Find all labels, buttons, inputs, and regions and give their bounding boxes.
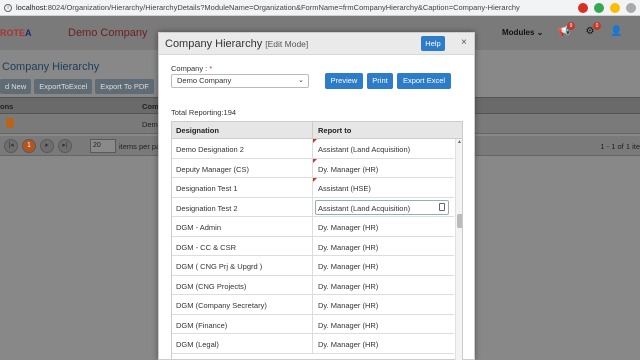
print-button[interactable]: Print (367, 73, 393, 89)
designation-cell: Demo Designation 2 (176, 145, 244, 154)
help-button[interactable]: Help (421, 36, 445, 51)
user-icon[interactable]: 👤 (610, 26, 622, 38)
company-select[interactable]: Demo Company ⌄ (171, 74, 309, 88)
close-icon[interactable]: × (461, 37, 467, 48)
export-excel-button[interactable]: ExportToExcel (34, 79, 93, 94)
megaphone-icon[interactable]: 📢 9 (558, 22, 575, 38)
hierarchy-grid: Designation Report to Demo Designation 2… (171, 121, 463, 360)
designation-cell: DGM - CC & CSR (176, 242, 236, 252)
gear-icon[interactable]: ⚙ 0 (584, 22, 601, 38)
report-to-cell[interactable]: Dy. Manager (HR) (318, 301, 378, 310)
designation-cell: DGM - Admin (176, 223, 222, 232)
chevron-down-icon: ⌄ (298, 77, 304, 84)
url-field[interactable]: localhost:8024/Organization/Hierarchy/Hi… (16, 3, 576, 12)
pager-info: 1 - 1 of 1 ite (600, 142, 640, 151)
export-pdf-button[interactable]: Export To PDF (95, 79, 154, 94)
page-size-select[interactable]: 20 (90, 139, 116, 153)
column-report-to[interactable]: Report to (318, 126, 351, 135)
table-row[interactable]: DGM (Finance) Dy. Manager (HR) (172, 314, 454, 334)
report-to-cell[interactable]: Dy. Manager (HR) (318, 165, 378, 174)
grid-header: Designation Report to (172, 122, 462, 139)
company-label: Company : * (171, 64, 213, 73)
table-row[interactable]: DGM - Admin Dy. Manager (HR) (172, 217, 454, 237)
table-row[interactable]: DGM (CNG Projects) Dy. Manager (HR) (172, 275, 454, 295)
table-row[interactable]: Designation Test 1 Assistant (HSE) (172, 178, 454, 198)
designation-cell: DGM (Finance) (176, 320, 228, 330)
table-row[interactable]: Designation Test 2 Assistant (Land Acquis… (172, 197, 454, 217)
first-page-icon[interactable]: |◂ (4, 139, 18, 153)
scroll-up-icon[interactable]: ▲ (457, 139, 462, 145)
report-to-editor[interactable]: Assistant (Land Acquisition) (315, 199, 449, 215)
browser-address-bar[interactable]: i localhost:8024/Organization/Hierarchy/… (0, 0, 640, 16)
report-to-cell[interactable]: Assistant (Land Acquisition) (318, 145, 410, 154)
scroll-thumb[interactable] (457, 214, 462, 228)
company-hierarchy-modal: Company Hierarchy [Edit Mode] Help × Com… (158, 32, 475, 360)
table-row[interactable]: Demo Designation 2 Assistant (Land Acquis… (172, 139, 454, 159)
modules-menu[interactable]: Modules ⌄ (502, 28, 543, 37)
extension-icon[interactable] (578, 3, 588, 13)
report-to-cell[interactable]: Dy. Manager (HR) (318, 340, 378, 349)
designation-cell: Deputy Manager (CS) (176, 164, 249, 174)
table-row[interactable]: DGM - CC & CSR Dy. Manager (HR) (172, 236, 454, 256)
last-page-icon[interactable]: ▸| (58, 139, 72, 153)
table-row[interactable]: DGM ( CNG Prj & Upgrd ) Dy. Manager (HR) (172, 256, 454, 276)
designation-cell: DGM (Legal) (176, 340, 219, 349)
report-to-cell[interactable]: Dy. Manager (HR) (318, 282, 378, 291)
add-new-button[interactable]: d New (0, 79, 32, 94)
total-reporting: Total Reporting:194 (171, 108, 237, 117)
dropdown-icon[interactable] (439, 202, 445, 211)
report-to-cell[interactable]: Dy. Manager (HR) (318, 223, 378, 232)
app-logo[interactable]: ROTEA (0, 28, 32, 38)
trash-icon[interactable] (6, 118, 14, 128)
table-row[interactable]: DGM (Company Secretary) Dy. Manager (HR) (172, 295, 454, 315)
designation-cell: Designation Test 1 (176, 184, 238, 193)
vertical-scrollbar[interactable]: ▲ (455, 139, 462, 360)
modal-title: Company Hierarchy [Edit Mode] (165, 38, 309, 50)
preview-button[interactable]: Preview (325, 73, 363, 89)
chrome-icon[interactable] (594, 3, 604, 13)
modal-header: Company Hierarchy [Edit Mode] Help × (159, 33, 474, 55)
designation-cell: Designation Test 2 (176, 203, 238, 213)
designation-cell: DGM (CNG Projects) (176, 281, 247, 291)
report-to-cell[interactable]: Dy. Manager (HR) (318, 243, 378, 252)
report-to-cell[interactable]: Dy. Manager (HR) (318, 321, 378, 330)
page-toolbar: d New ExportToExcel Export To PDF (0, 79, 154, 94)
extension-icon[interactable] (610, 3, 620, 13)
info-icon[interactable]: i (4, 3, 12, 12)
grid-rows: Demo Designation 2 Assistant (Land Acquis… (172, 139, 454, 354)
current-page-button[interactable]: 1 (22, 139, 36, 153)
designation-cell: DGM ( CNG Prj & Upgrd ) (176, 262, 263, 271)
edited-marker (313, 158, 317, 163)
page-title: Company Hierarchy (2, 61, 100, 73)
next-page-icon[interactable]: ▸ (40, 139, 54, 153)
report-to-cell[interactable]: Dy. Manager (HR) (318, 262, 378, 271)
edited-marker (313, 178, 317, 182)
profile-icon[interactable] (626, 3, 636, 13)
export-excel-button[interactable]: Export Excel (397, 73, 451, 89)
company-title: Demo Company (68, 27, 148, 39)
report-to-cell[interactable]: Assistant (HSE) (318, 184, 371, 193)
edited-marker (313, 139, 317, 143)
column-designation[interactable]: Designation (176, 126, 219, 135)
table-row[interactable]: Deputy Manager (CS) Dy. Manager (HR) (172, 158, 454, 178)
designation-cell: DGM (Company Secretary) (176, 301, 267, 310)
table-row[interactable]: DGM (Legal) Dy. Manager (HR) (172, 334, 454, 354)
